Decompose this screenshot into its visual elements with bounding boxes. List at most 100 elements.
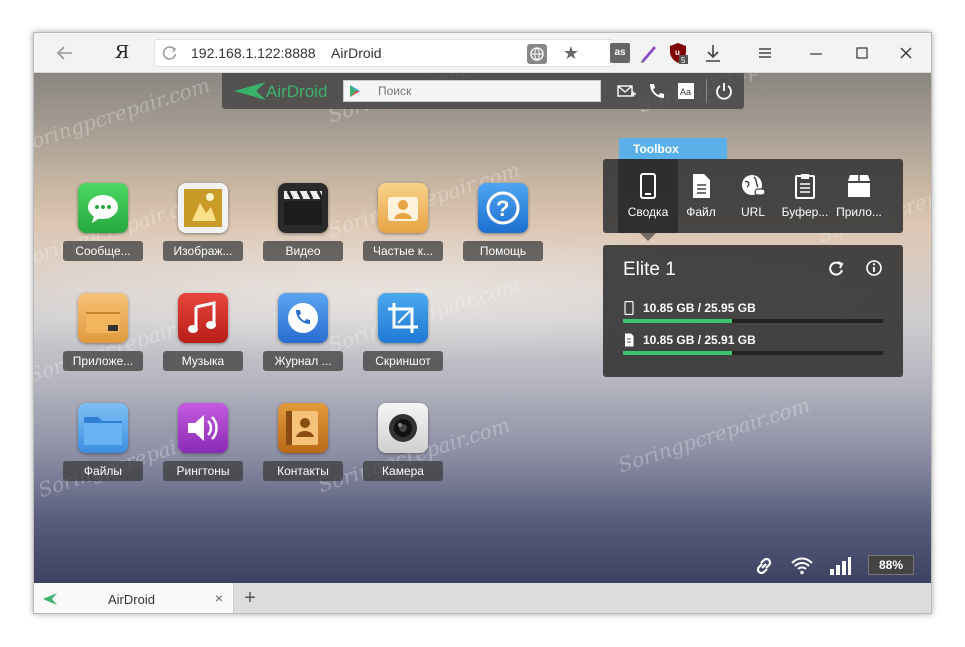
storage-fill [623,319,732,323]
photos-icon [178,183,228,233]
address-page-title: AirDroid [331,45,382,61]
airdroid-favicon-icon [42,592,58,606]
storage-fill [623,351,732,355]
arrow-left-icon [52,41,78,65]
globe-link-icon [740,173,766,199]
app-screenshot[interactable]: Скриншот [363,293,443,383]
link-icon[interactable] [752,555,776,577]
storage-text: 10.85 GB / 25.95 GB [643,301,756,315]
contacts-icon [278,403,328,453]
app-ringtones[interactable]: Рингтоны [163,403,243,493]
files-icon [78,403,128,453]
tool-label: Сводка [618,205,678,219]
phone-call-icon[interactable] [646,81,666,101]
text-format-icon[interactable]: Aa [676,81,696,101]
app-files[interactable]: Файлы [63,403,143,493]
wifi-icon [790,555,814,577]
video-icon [278,183,328,233]
toolbox-tab[interactable]: Toolbox [619,138,727,160]
frequent-contacts-icon [378,183,428,233]
tool-clipboard[interactable]: Буфер... [775,159,835,233]
app-label: Помощь [463,241,543,261]
storage-text: 10.85 GB / 25.91 GB [643,333,756,347]
airdroid-logo-text: AirDroid [266,82,327,102]
lastfm-extension-icon[interactable]: as [610,43,630,63]
app-label: Сообще... [63,241,143,261]
maximize-icon[interactable] [852,43,872,63]
battery-indicator: 88% [868,555,914,575]
app-label: Рингтоны [163,461,243,481]
tool-file[interactable]: Файл [671,159,731,233]
app-photos[interactable]: Изображ... [163,183,243,273]
watermark: Soringpcrepair.com [615,393,812,478]
call-log-icon [278,293,328,343]
ringtones-icon [178,403,228,453]
tool-label: URL [723,205,783,219]
app-video[interactable]: Видео [263,183,343,273]
app-label: Скриншот [363,351,443,371]
storage-bar [623,351,883,355]
app-call-log[interactable]: Журнал ... [263,293,343,383]
app-box-icon [846,173,872,199]
tab-airdroid[interactable]: AirDroid × [34,583,234,614]
file-icon [688,173,714,199]
app-music[interactable]: Музыка [163,293,243,383]
message-compose-icon[interactable] [616,81,636,101]
yandex-button[interactable]: Я [112,41,132,65]
tool-label: Файл [671,205,731,219]
new-tab-button[interactable]: + [240,587,260,609]
tab-close-icon[interactable]: × [212,590,226,606]
pen-extension-icon[interactable] [638,42,660,64]
device-name: Elite 1 [623,259,676,281]
music-icon [178,293,228,343]
search-input[interactable] [378,83,588,99]
back-button[interactable] [52,41,78,65]
url-text: 192.168.1.122:8888 [191,45,316,61]
app-messages[interactable]: Сообще... [63,183,143,273]
bookmark-star-icon[interactable]: ★ [561,42,581,64]
tool-pointer [640,233,656,241]
app-contacts[interactable]: Контакты [263,403,343,493]
close-window-icon[interactable] [896,43,916,63]
camera-icon [378,403,428,453]
browser-toolbar: Я 192.168.1.122:8888 AirDroid ★ as u5 [34,33,932,73]
signal-icon [828,555,852,577]
minimize-icon[interactable] [806,43,826,63]
watermark: Soringpcrepair.com [34,73,213,157]
sdcard-icon [623,333,635,347]
toolbar-divider [706,79,707,103]
reload-icon[interactable] [161,44,179,62]
screenshot-icon [378,293,428,343]
phone-storage-icon [623,301,635,315]
power-icon[interactable] [714,81,734,101]
app-label: Частые к... [363,241,443,261]
app-label: Музыка [163,351,243,371]
app-camera[interactable]: Камера [363,403,443,493]
app-help[interactable]: ? Помощь [463,183,543,273]
app-label: Файлы [63,461,143,481]
menu-icon[interactable] [756,43,774,63]
tab-title: AirDroid [108,592,155,607]
translate-icon[interactable] [527,44,547,64]
app-apps[interactable]: Приложе... [63,293,143,383]
app-label: Видео [263,241,343,261]
internal-storage-row: 10.85 GB / 25.95 GB [623,301,883,331]
refresh-icon[interactable] [827,259,845,277]
app-label: Приложе... [63,351,143,371]
device-info-panel: Elite 1 10.85 GB / 25.95 GB 10.85 GB / 2… [603,245,903,377]
apps-icon [78,293,128,343]
tool-url[interactable]: URL [723,159,783,233]
search-box[interactable] [343,80,601,102]
ublock-extension-icon[interactable]: u5 [668,42,688,64]
app-label: Изображ... [163,241,243,261]
tool-apps[interactable]: Прило... [829,159,889,233]
address-bar[interactable]: 192.168.1.122:8888 AirDroid ★ [154,39,614,67]
info-icon[interactable] [865,259,883,277]
app-frequent-contacts[interactable]: Частые к... [363,183,443,273]
tool-summary[interactable]: Сводка [618,159,678,233]
svg-text:Aa: Aa [680,87,691,97]
tool-label: Прило... [829,205,889,219]
airdroid-desktop: Soringpcrepair.com Soringpcrepair.com So… [34,73,932,583]
download-icon[interactable] [702,42,724,64]
google-play-icon [348,84,362,98]
